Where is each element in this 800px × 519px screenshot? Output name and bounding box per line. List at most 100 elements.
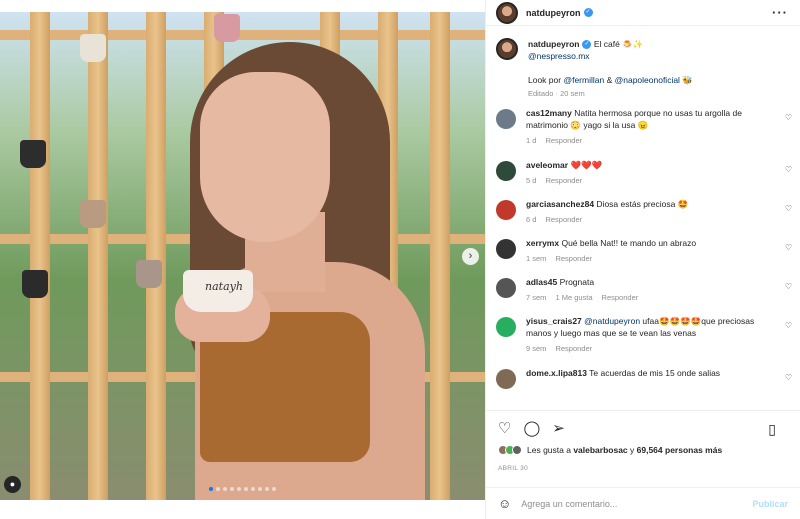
post-media: natayh › ● — [0, 0, 485, 519]
caption-and: & — [604, 75, 615, 85]
comment-username[interactable]: yisus_crais27 — [526, 316, 582, 326]
avatar[interactable] — [496, 1, 518, 24]
comment-time[interactable]: 1 sem — [526, 254, 546, 263]
fence-slat — [88, 12, 108, 500]
comment-username[interactable]: cas12many — [526, 108, 572, 118]
reply-button[interactable]: Responder — [555, 344, 592, 353]
comment-username[interactable]: adlas45 — [526, 277, 557, 287]
carousel-dot — [244, 487, 248, 491]
share-icon[interactable]: ➢ — [552, 421, 565, 436]
heart-icon[interactable]: ♡ — [785, 321, 792, 330]
caption-username[interactable]: natdupeyron — [528, 39, 579, 49]
carousel-dot — [251, 487, 255, 491]
user-icon: ● — [9, 479, 16, 489]
header-username[interactable]: natdupeyron — [526, 8, 581, 18]
heart-icon[interactable]: ♡ — [785, 373, 792, 382]
carousel-dot — [216, 487, 220, 491]
avatar[interactable] — [496, 161, 516, 181]
comment-username[interactable]: garciasanchez84 — [526, 199, 594, 209]
comment-likes[interactable]: 1 Me gusta — [555, 293, 592, 302]
heart-icon[interactable]: ♡ — [785, 243, 792, 252]
tagged-users-button[interactable]: ● — [4, 476, 21, 493]
heart-icon[interactable]: ♡ — [498, 421, 511, 436]
heart-icon[interactable]: ♡ — [785, 165, 792, 174]
post-header: natdupeyron ✓ ··· — [486, 0, 800, 26]
reply-button[interactable]: Responder — [545, 215, 582, 224]
comment-username[interactable]: aveleomar — [526, 160, 568, 170]
fence-rail — [0, 30, 485, 40]
comment-text: ❤️❤️❤️ — [570, 160, 603, 170]
heart-icon[interactable]: ♡ — [785, 113, 792, 122]
comment-time[interactable]: 7 sem — [526, 293, 546, 302]
hanging-mug — [214, 14, 240, 42]
caption-meta: Editado · 20 sem — [528, 89, 585, 98]
likes-prefix: Les gusta a — [527, 445, 574, 455]
caption-line1: El café 🍮✨ — [593, 39, 644, 49]
comment-icon[interactable]: ◯ — [523, 421, 540, 436]
more-horizontal-icon[interactable]: ··· — [772, 5, 788, 20]
post-comment-button[interactable]: Publicar — [752, 499, 788, 509]
cup-text: natayh — [205, 280, 243, 293]
carousel-dot — [209, 487, 213, 491]
comment-username[interactable]: dome.x.lipa813 — [526, 368, 587, 378]
hanging-mug — [136, 260, 162, 288]
carousel-dot — [258, 487, 262, 491]
post-details: natdupeyron ✓ ··· natdupeyron ✓ El café 🍮… — [485, 0, 800, 519]
heart-icon[interactable]: ♡ — [785, 282, 792, 291]
caption-mention-nespresso[interactable]: @nespresso.mx — [528, 51, 590, 61]
caption-look-prefix: Look por — [528, 75, 564, 85]
reply-button[interactable]: Responder — [555, 254, 592, 263]
hanging-mug — [20, 140, 46, 168]
comment-text: Qué bella Nat!! te mando un abrazo — [561, 238, 697, 248]
post-date[interactable]: ABRIL 30 — [498, 465, 528, 472]
comment-username[interactable]: xerrymx — [526, 238, 559, 248]
comment: aveleomar ❤️❤️❤️ 5 d Responder ♡ — [486, 159, 800, 185]
fence-slat — [430, 12, 450, 500]
avatar[interactable] — [496, 239, 516, 259]
caption-suffix: 🐝 — [679, 75, 693, 85]
caption-mention-napoleon[interactable]: @napoleonoficial — [615, 75, 680, 85]
hanging-mug — [22, 270, 48, 298]
comment-input[interactable] — [521, 498, 753, 509]
carousel-dot — [272, 487, 276, 491]
post-photo[interactable]: natayh — [0, 12, 485, 500]
avatar — [512, 445, 522, 455]
likes-user[interactable]: valebarbosac — [573, 445, 627, 455]
reply-button[interactable]: Responder — [602, 293, 639, 302]
person-face — [200, 72, 330, 242]
caption: natdupeyron ✓ El café 🍮✨ @nespresso.mx Lo… — [486, 36, 800, 98]
avatar[interactable] — [496, 317, 516, 337]
caption-avatar[interactable] — [496, 38, 518, 60]
comment-time[interactable]: 1 d — [526, 136, 536, 145]
reply-button[interactable]: Responder — [545, 136, 582, 145]
caption-mention-fermillan[interactable]: @fermillan — [563, 75, 604, 85]
comment-time[interactable]: 6 d — [526, 215, 536, 224]
carousel-dot — [237, 487, 241, 491]
hanging-mug — [80, 34, 106, 62]
comment: adlas45 Prognata 7 sem 1 Me gusta Responder… — [486, 276, 800, 302]
bookmark-icon[interactable]: ▯ — [768, 422, 776, 436]
avatar[interactable] — [496, 278, 516, 298]
comment-time[interactable]: 5 d — [526, 176, 536, 185]
comment-text: Te acuerdas de mis 15 onde salias — [589, 368, 721, 378]
next-slide-button[interactable]: › — [462, 248, 479, 265]
avatar[interactable] — [496, 369, 516, 389]
emoji-icon[interactable]: ☺ — [498, 496, 511, 511]
comment-mention[interactable]: @natdupeyron — [584, 316, 640, 326]
avatar[interactable] — [496, 200, 516, 220]
reply-button[interactable]: Responder — [545, 176, 582, 185]
coffee-cup: natayh — [183, 270, 253, 312]
avatar[interactable] — [496, 109, 516, 129]
likes-count[interactable]: 69,564 personas más — [637, 445, 723, 455]
heart-icon[interactable]: ♡ — [785, 204, 792, 213]
carousel-dot — [265, 487, 269, 491]
comment-time[interactable]: 9 sem — [526, 344, 546, 353]
verified-badge-icon: ✓ — [582, 40, 592, 50]
carousel-dot — [223, 487, 227, 491]
comment-text: Prognata — [559, 277, 595, 287]
comment: dome.x.lipa813 Te acuerdas de mis 15 ond… — [486, 367, 800, 389]
verified-badge-icon: ✓ — [583, 8, 593, 17]
add-comment-bar: ☺ Publicar — [486, 487, 800, 519]
carousel-dot — [230, 487, 234, 491]
chevron-right-icon: › — [468, 250, 473, 262]
